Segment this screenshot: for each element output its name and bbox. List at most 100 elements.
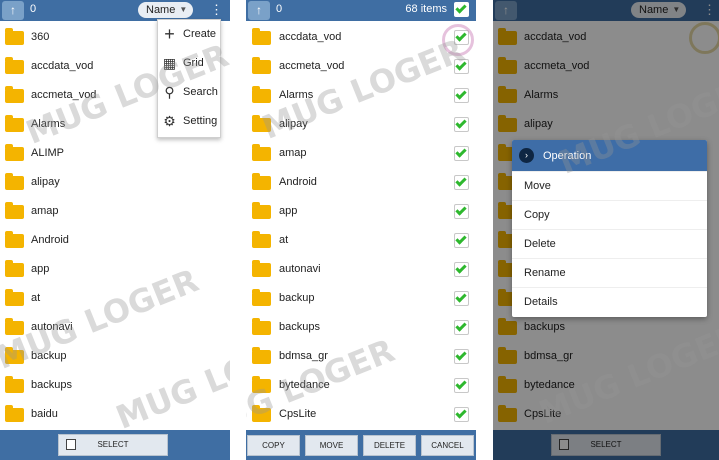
row-checkbox[interactable] [454,175,469,190]
dialog-item-details[interactable]: Details [512,287,707,316]
folder-icon [5,202,24,219]
row-checkbox[interactable] [454,407,469,422]
file-row[interactable]: app [0,255,230,284]
folder-icon [252,57,271,74]
file-row[interactable]: at [246,226,476,255]
row-checkbox[interactable] [454,117,469,132]
row-checkbox[interactable] [454,59,469,74]
file-row[interactable]: accmeta_vod [246,52,476,81]
file-row[interactable]: ALIMP [0,139,230,168]
file-name: baidu [31,408,58,420]
row-checkbox[interactable] [454,204,469,219]
row-checkbox[interactable] [454,262,469,277]
file-name: accdata_vod [279,31,342,43]
menu-item-label: Grid [183,57,204,69]
file-row[interactable]: at [0,284,230,313]
file-name: bytedance [279,379,330,391]
dialog-item-label: Delete [524,238,556,250]
file-row[interactable]: amap [246,139,476,168]
file-row[interactable]: Android [246,168,476,197]
file-name: ALIMP [31,147,65,159]
menu-item-search[interactable]: ⚲ Search [158,78,220,107]
file-row[interactable]: backups [246,313,476,342]
checkmark-icon [455,291,467,303]
file-name: Android [31,234,69,246]
file-name: at [279,234,289,246]
file-row[interactable]: CpsLite [246,400,476,429]
checkmark-icon [455,59,467,71]
file-row[interactable]: backups [0,371,230,400]
dialog-item-rename[interactable]: Rename [512,258,707,287]
file-row[interactable]: alipay [246,110,476,139]
file-row[interactable]: bdmsa_gr [246,342,476,371]
file-name: backup [31,350,67,362]
row-checkbox[interactable] [454,146,469,161]
file-row[interactable]: baidu [0,400,230,429]
selection-count: 0 [30,3,37,15]
copy-button[interactable]: COPY [247,435,300,456]
top-bar: ↑ 0 Name ▼ ⋮ [0,0,230,21]
row-checkbox[interactable] [454,233,469,248]
up-folder-button[interactable]: ↑ [248,1,270,20]
dialog-item-copy[interactable]: Copy [512,200,707,229]
file-row[interactable]: backup [246,284,476,313]
up-folder-button[interactable]: ↑ [2,1,24,20]
file-name: backups [31,379,72,391]
file-name: backups [279,321,320,333]
row-checkbox[interactable] [454,378,469,393]
delete-button-label: DELETE [373,441,406,450]
plus-icon: + [164,24,175,44]
folder-icon [5,231,24,248]
folder-icon [5,86,24,103]
folder-icon [252,144,271,161]
file-row[interactable]: alipay [0,168,230,197]
select-all-checkbox[interactable] [454,2,469,17]
file-row[interactable]: Android [0,226,230,255]
arrow-up-icon: ↑ [256,3,262,17]
checkmark-icon [455,2,467,14]
file-name: amap [31,205,59,217]
menu-item-grid[interactable]: ▦ Grid [158,49,220,78]
file-name: app [31,263,50,275]
file-row[interactable]: bytedance [246,371,476,400]
menu-item-create[interactable]: + Create [158,20,220,49]
delete-button[interactable]: DELETE [363,435,416,456]
file-row[interactable]: amap [0,197,230,226]
dialog-item-delete[interactable]: Delete [512,229,707,258]
cancel-button[interactable]: CANCEL [421,435,474,456]
move-button[interactable]: MOVE [305,435,358,456]
file-row[interactable]: autonavi [0,313,230,342]
sort-dropdown[interactable]: Name ▼ [138,2,194,18]
selection-count: 0 [276,3,283,15]
file-name: accmeta_vod [279,60,345,72]
file-browser-panel-dialog: ↑ Name ▼ ⋮ accdata_vod accmeta_vod Alarms a… [493,0,719,460]
row-checkbox[interactable] [454,349,469,364]
row-checkbox[interactable] [454,291,469,306]
menu-item-setting[interactable]: ⚙ Setting [158,107,220,136]
file-row[interactable]: app [246,197,476,226]
search-icon: ⚲ [164,84,175,100]
file-row[interactable]: backup [0,342,230,371]
dialog-title: Operation [543,150,592,162]
folder-icon [5,28,24,45]
file-row[interactable]: autonavi [246,255,476,284]
file-browser-panel-select: ↑ 0 68 items accdata_vod accmeta_vod Alarm… [246,0,476,460]
checkmark-icon [455,320,467,332]
overflow-menu-icon[interactable]: ⋮ [210,2,223,18]
folder-icon [5,289,24,306]
dialog-item-move[interactable]: Move [512,171,707,200]
copy-button-label: COPY [262,441,285,450]
folder-icon [252,347,271,364]
dialog-item-label: Details [524,296,558,308]
file-name: Android [279,176,317,188]
row-checkbox[interactable] [454,88,469,103]
row-checkbox[interactable] [454,320,469,335]
folder-icon [252,260,271,277]
select-icon [66,439,76,450]
checkmark-icon [455,146,467,158]
file-row[interactable]: Alarms [246,81,476,110]
folder-icon [5,405,24,422]
file-name: amap [279,147,307,159]
sort-label: Name [146,4,176,16]
select-button[interactable]: SELECT [58,434,168,456]
